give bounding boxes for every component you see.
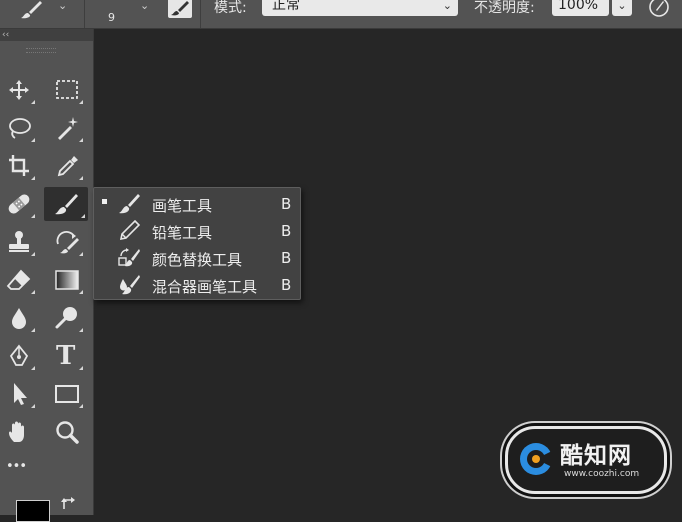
ellipsis-icon: ••• bbox=[6, 459, 27, 474]
menu-item-label: 颜色替换工具 bbox=[152, 251, 243, 269]
pen-tool[interactable] bbox=[0, 339, 38, 373]
mode-select[interactable]: 正常 ⌄ bbox=[262, 0, 458, 16]
toolbar: ‹‹ T ••• bbox=[0, 29, 94, 522]
mode-label: 模式: bbox=[214, 0, 247, 16]
brush-icon bbox=[55, 194, 78, 215]
color-replace-icon bbox=[118, 248, 140, 267]
menu-item-label: 铅笔工具 bbox=[152, 224, 213, 242]
menu-item-shortcut: B bbox=[281, 195, 292, 213]
watermark-name: 酷知网 bbox=[560, 443, 632, 469]
lasso-tool[interactable] bbox=[0, 111, 38, 145]
brush-preset-icon[interactable] bbox=[20, 1, 42, 19]
menu-item-mixer-brush-tool[interactable]: 混合器画笔工具 B bbox=[94, 271, 300, 298]
menu-item-label: 混合器画笔工具 bbox=[152, 278, 258, 296]
toolbar-collapse-button[interactable]: ‹‹ bbox=[0, 29, 93, 41]
eraser-tool[interactable] bbox=[0, 263, 38, 297]
watermark: 酷知网 www.coozhi.com bbox=[505, 426, 667, 494]
brush-panel-toggle[interactable] bbox=[168, 0, 192, 18]
zoom-icon bbox=[56, 421, 79, 444]
path-selection-tool[interactable] bbox=[0, 377, 38, 411]
menu-item-brush-tool[interactable]: 画笔工具 B bbox=[94, 190, 300, 217]
shape-tool[interactable] bbox=[48, 377, 86, 411]
rectangle-icon bbox=[55, 385, 79, 403]
brush-preset-chevron-icon[interactable]: ⌄ bbox=[58, 0, 67, 12]
history-brush-tool[interactable] bbox=[48, 225, 86, 259]
chevron-down-icon: ⌄ bbox=[442, 0, 452, 12]
lasso-icon bbox=[9, 118, 31, 139]
magic-wand-tool[interactable] bbox=[48, 111, 86, 145]
foreground-color-swatch[interactable] bbox=[16, 500, 50, 522]
menu-item-label: 画笔工具 bbox=[152, 197, 213, 215]
opacity-input[interactable]: 100% bbox=[552, 0, 609, 16]
brush-panel-icon bbox=[171, 1, 189, 16]
type-icon: T bbox=[56, 341, 76, 371]
crop-icon bbox=[9, 155, 29, 176]
eraser-icon bbox=[6, 269, 31, 290]
options-bar: ⌄ 9 ⌄ 模式: 正常 ⌄ 不透明度: 100% ⌄ bbox=[0, 0, 682, 29]
watermark-url: www.coozhi.com bbox=[564, 469, 640, 479]
opacity-dropdown-button[interactable]: ⌄ bbox=[612, 0, 632, 16]
drop-icon bbox=[12, 308, 26, 329]
type-tool[interactable]: T bbox=[48, 339, 86, 373]
menu-item-shortcut: B bbox=[281, 222, 292, 240]
blur-tool[interactable] bbox=[0, 301, 38, 335]
opacity-label: 不透明度: bbox=[474, 0, 535, 16]
coozhi-logo-icon bbox=[520, 443, 552, 475]
separator bbox=[84, 0, 85, 28]
gradient-icon bbox=[55, 270, 79, 290]
separator bbox=[200, 0, 201, 28]
mixer-brush-icon bbox=[120, 275, 140, 295]
pen-icon bbox=[9, 344, 29, 366]
magic-wand-icon bbox=[58, 117, 78, 140]
crop-tool[interactable] bbox=[0, 149, 38, 183]
brush-size[interactable]: 9 bbox=[108, 11, 115, 24]
gradient-tool[interactable] bbox=[48, 263, 86, 297]
menu-item-shortcut: B bbox=[281, 276, 292, 294]
dodge-icon bbox=[55, 307, 77, 329]
selected-indicator bbox=[102, 199, 107, 204]
opacity-value: 100% bbox=[558, 0, 599, 13]
stamp-icon bbox=[9, 231, 29, 252]
healing-brush-tool[interactable] bbox=[0, 187, 38, 221]
zoom-tool[interactable] bbox=[48, 415, 86, 449]
hand-tool[interactable] bbox=[0, 415, 38, 449]
menu-item-pencil-tool[interactable]: 铅笔工具 B bbox=[94, 217, 300, 244]
hand-icon bbox=[9, 421, 24, 442]
swap-colors-icon[interactable] bbox=[60, 495, 78, 513]
eyedropper-icon bbox=[57, 156, 78, 177]
toolbar-grip[interactable] bbox=[26, 48, 56, 53]
brush-icon bbox=[119, 194, 140, 214]
more-tools[interactable]: ••• bbox=[0, 453, 38, 487]
menu-item-shortcut: B bbox=[281, 249, 292, 267]
marquee-tool[interactable] bbox=[48, 73, 86, 107]
menu-item-color-replacement-tool[interactable]: 颜色替换工具 B bbox=[94, 244, 300, 271]
move-icon bbox=[9, 80, 29, 100]
brush-tool[interactable] bbox=[44, 187, 88, 221]
arrow-icon bbox=[14, 383, 27, 405]
stamp-tool[interactable] bbox=[0, 225, 38, 259]
pressure-opacity-icon[interactable] bbox=[648, 0, 670, 18]
dodge-tool[interactable] bbox=[48, 301, 86, 335]
brush-size-chevron-icon[interactable]: ⌄ bbox=[140, 0, 149, 12]
mode-value: 正常 bbox=[272, 0, 300, 13]
move-tool[interactable] bbox=[0, 73, 38, 107]
history-brush-icon bbox=[56, 231, 79, 254]
bandage-icon bbox=[8, 194, 30, 214]
pencil-icon bbox=[119, 220, 140, 241]
brush-tools-flyout: 画笔工具 B 铅笔工具 B 颜色替换工具 B 混合器画笔工具 B bbox=[93, 187, 301, 300]
eyedropper-tool[interactable] bbox=[48, 149, 86, 183]
rect-marquee-icon bbox=[56, 80, 78, 99]
